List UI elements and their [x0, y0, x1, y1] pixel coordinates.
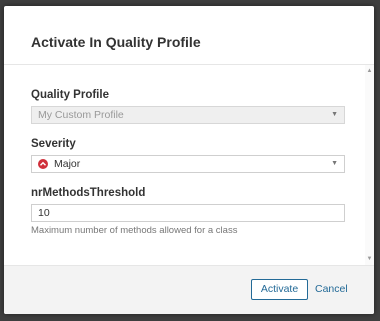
threshold-help: Maximum number of methods allowed for a … [31, 225, 238, 236]
quality-profile-label: Quality Profile [31, 89, 109, 101]
activate-button[interactable]: Activate [251, 279, 308, 300]
threshold-label: nrMethodsThreshold [31, 187, 146, 199]
dialog-footer: Activate Cancel [4, 265, 374, 314]
cancel-link[interactable]: Cancel [315, 283, 348, 295]
severity-label: Severity [31, 138, 76, 150]
chevron-down-icon: ▼ [331, 160, 338, 167]
severity-select[interactable]: Major ▼ [31, 155, 345, 173]
severity-value: Major [54, 158, 81, 170]
threshold-input[interactable]: 10 [31, 204, 345, 222]
dialog-header: Activate In Quality Profile [4, 6, 374, 65]
activate-dialog: Activate In Quality Profile Quality Prof… [4, 6, 374, 314]
quality-profile-select: My Custom Profile ▼ [31, 106, 345, 124]
quality-profile-value: My Custom Profile [38, 109, 124, 121]
chevron-down-icon: ▼ [331, 111, 338, 118]
scroll-down-icon[interactable]: ▼ [366, 256, 373, 262]
scroll-up-icon[interactable]: ▲ [366, 68, 373, 74]
dialog-body: Quality Profile My Custom Profile ▼ Seve… [4, 65, 374, 265]
dialog-title: Activate In Quality Profile [31, 34, 201, 50]
major-severity-icon [38, 159, 48, 169]
dialog-scrollbar[interactable]: ▲ ▼ [365, 65, 374, 265]
